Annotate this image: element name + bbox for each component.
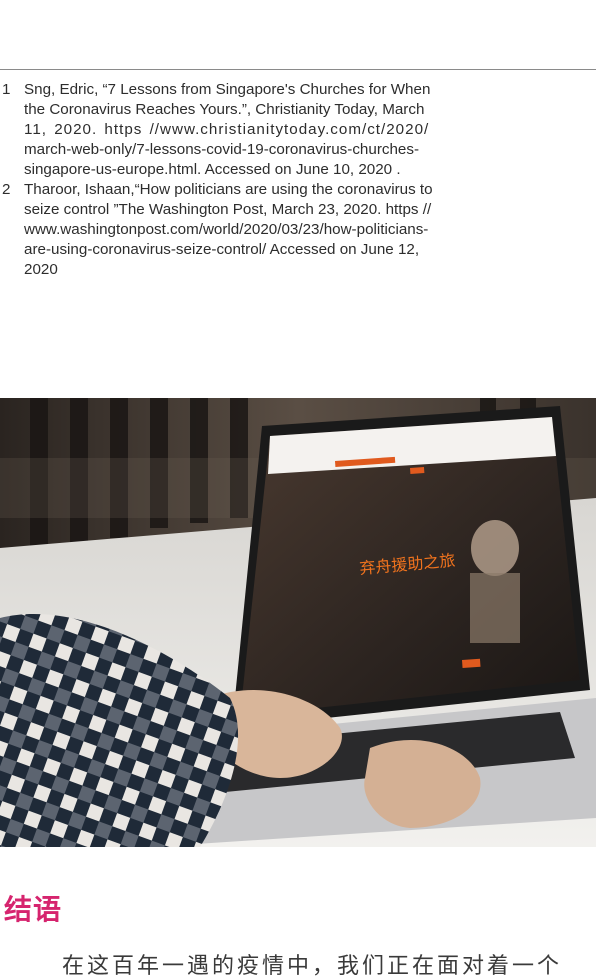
laptop-photo: 弃舟援助之旅 [0, 398, 596, 847]
footnote-divider [0, 69, 596, 70]
footnote-line: www.washingtonpost.com/world/2020/03/23/… [24, 221, 429, 238]
footnote-line: 11, 2020. https //www.christianitytoday.… [24, 121, 430, 138]
footnote-line: are-using-coronavirus-seize-control/ Acc… [24, 241, 420, 258]
body-paragraph-start: 在这百年一遇的疫情中，我们正在面对着一个 [62, 954, 563, 979]
footnote-line: 2020 [24, 261, 58, 278]
footnote-line: the Coronavirus Reaches Yours.”, Christi… [24, 101, 425, 118]
footnote-line: Tharoor, Ishaan,“How politicians are usi… [24, 181, 433, 198]
footnote-line: Sng, Edric, “7 Lessons from Singapore's … [24, 81, 431, 98]
footnote-number: 1 [2, 81, 11, 98]
footnote-line: march-web-only/7-lessons-covid-19-corona… [24, 141, 420, 158]
footnote-line: singapore-us-europe.html. Accessed on Ju… [24, 161, 401, 178]
footnote-number: 2 [2, 181, 11, 198]
section-heading: 结语 [4, 893, 63, 926]
footnote-line: seize control ”The Washington Post, Marc… [24, 201, 432, 218]
